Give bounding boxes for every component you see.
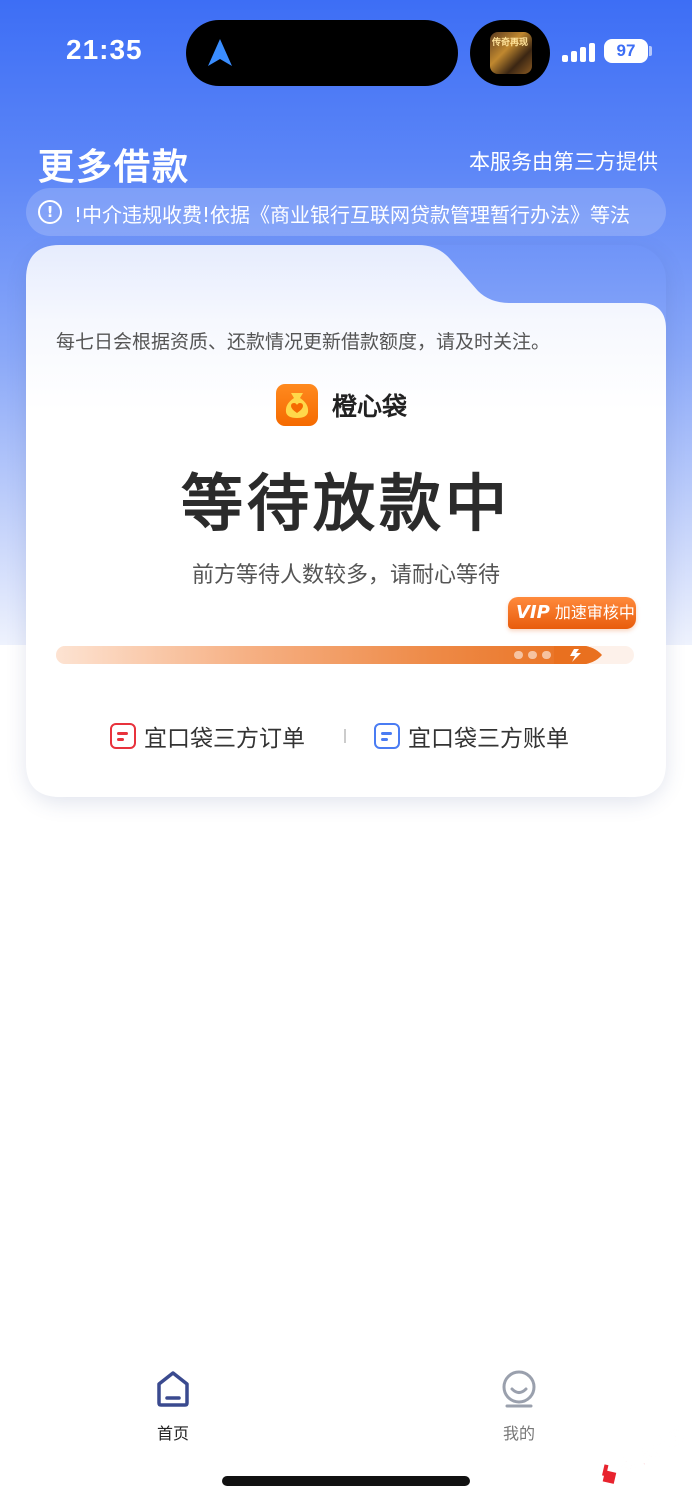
game-app-thumbnail-text: 传奇再现 <box>492 38 529 48</box>
loan-status-title: 等待放款中 <box>180 467 511 540</box>
cellular-signal-icon <box>562 42 596 62</box>
tab-mine[interactable]: 我的 <box>484 1370 554 1444</box>
loan-status-subtitle: 前方等待人数较多，请耐心等待 <box>191 563 500 588</box>
home-indicator[interactable] <box>222 1476 470 1486</box>
vip-review-badge: VIP 加速审核中 <box>508 597 636 629</box>
game-app-thumbnail[interactable]: 传奇再现 <box>490 32 532 74</box>
third-party-order-label: 宜口袋三方订单 <box>144 726 305 752</box>
watermark-text: 卡农社区 <box>614 1421 690 1481</box>
third-party-order-link[interactable]: 宜口袋三方订单 <box>110 719 305 753</box>
third-party-bill-label: 宜口袋三方账单 <box>408 726 569 752</box>
money-bag-logo-icon <box>276 384 318 426</box>
profile-icon <box>502 1370 536 1408</box>
bill-document-icon <box>374 723 400 749</box>
navigation-arrow-icon <box>208 39 232 66</box>
tab-home[interactable]: 首页 <box>138 1370 208 1444</box>
third-party-note: 本服务由第三方提供 <box>469 150 658 174</box>
progress-speed-dots <box>514 651 551 659</box>
order-document-icon <box>110 723 136 749</box>
third-party-links: 宜口袋三方订单 宜口袋三方账单 <box>26 719 666 753</box>
loan-status-card: 每七日会根据资质、还款情况更新借款额度，请及时关注。 橙心袋 等待放款中 前方等… <box>26 245 666 797</box>
lender-brand: 橙心袋 <box>276 383 407 427</box>
rocket-head-icon <box>554 646 602 664</box>
review-progress-bar <box>56 646 634 664</box>
vip-mark: VIP <box>516 602 550 623</box>
vip-badge-label: 加速审核中 <box>554 603 635 622</box>
lender-brand-name: 橙心袋 <box>332 392 408 421</box>
third-party-bill-link[interactable]: 宜口袋三方账单 <box>374 719 569 753</box>
tab-home-label: 首页 <box>156 1424 189 1443</box>
status-time: 21:35 <box>66 34 143 65</box>
info-circle-icon: ! <box>38 200 62 224</box>
tab-mine-label: 我的 <box>502 1424 535 1443</box>
home-icon <box>157 1371 189 1407</box>
battery-indicator: 97 <box>604 39 648 63</box>
notice-marquee[interactable]: ! !中介违规收费!依据《商业银行互联网贷款管理暂行办法》等法 <box>26 188 666 236</box>
battery-tip <box>649 46 652 56</box>
links-divider <box>344 729 346 743</box>
quota-update-description: 每七日会根据资质、还款情况更新借款额度，请及时关注。 <box>56 331 551 353</box>
notice-text: !中介违规收费!依据《商业银行互联网贷款管理暂行办法》等法 <box>74 203 631 227</box>
page-title: 更多借款 <box>38 147 191 188</box>
watermark-logo: 卡农社区 <box>602 1421 690 1484</box>
